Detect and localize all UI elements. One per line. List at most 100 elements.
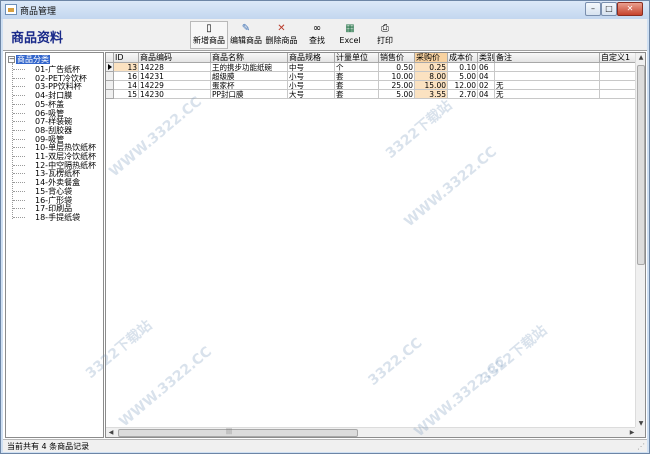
row-header[interactable]	[106, 72, 114, 81]
cell-id[interactable]: 13	[114, 63, 139, 72]
tree-item[interactable]: 07-样装碗	[13, 117, 72, 126]
table-row[interactable]: 15 14230 PP封口膜 大号套 5.00 3.55 2.70 04 无	[106, 90, 645, 99]
cell-custom1[interactable]	[600, 81, 637, 90]
col-header-unit[interactable]: 计量单位	[335, 53, 379, 63]
tree-item[interactable]: 11-双层冷饮纸杯	[13, 152, 96, 161]
col-header-cost-price[interactable]: 成本价	[448, 53, 478, 63]
col-header-note[interactable]: 备注	[495, 53, 600, 63]
row-header[interactable]	[106, 90, 114, 99]
record-count-text: 当前共有 4 条商品记录	[7, 442, 90, 451]
col-header-spec[interactable]: 商品规格	[288, 53, 335, 63]
tree-item[interactable]: 18-手提纸袋	[13, 213, 80, 222]
edit-product-button[interactable]: ✎ 编辑商品	[228, 21, 264, 49]
tree-item[interactable]: 14-外卖餐盒	[13, 178, 80, 187]
cell-unit[interactable]: 套	[335, 90, 379, 99]
cell-custom1[interactable]	[600, 90, 637, 99]
col-header-code[interactable]: 商品编码	[139, 53, 211, 63]
horizontal-scroll-thumb[interactable]	[118, 429, 358, 437]
cell-id[interactable]: 14	[114, 81, 139, 90]
category-tree[interactable]: − 商品分类 01-广告纸杯 02-PET冷饮杯 03-PP饮料杯 04-封口膜 05-杯…	[5, 52, 104, 438]
vertical-scrollbar[interactable]: ▲ ▼	[635, 53, 645, 428]
cell-unit[interactable]: 套	[335, 81, 379, 90]
cell-sale-price[interactable]: 5.00	[379, 90, 415, 99]
cell-note[interactable]: 无	[495, 81, 600, 90]
scroll-up-icon[interactable]: ▲	[637, 53, 645, 62]
row-header[interactable]	[106, 81, 114, 90]
cell-note[interactable]	[495, 72, 600, 81]
cell-unit[interactable]: 个	[335, 63, 379, 72]
col-header-purchase-price[interactable]: 采购价	[415, 53, 448, 63]
cell-name[interactable]: 王的携步功能纸碗	[211, 63, 288, 72]
cell-unit[interactable]: 套	[335, 72, 379, 81]
cell-purchase-price[interactable]: 8.00	[415, 72, 448, 81]
cell-custom1[interactable]	[600, 63, 637, 72]
cell-purchase-price[interactable]: 15.00	[415, 81, 448, 90]
tree-item[interactable]: 17-印刷品	[13, 204, 72, 213]
scroll-left-icon[interactable]: ◀	[106, 428, 116, 437]
tree-item[interactable]: 10-单层热饮纸杯	[13, 143, 96, 152]
cell-category[interactable]: 04	[478, 90, 495, 99]
cell-cost-price[interactable]: 2.70	[448, 90, 478, 99]
add-product-button[interactable]: ▯ 新增商品	[190, 21, 228, 49]
vertical-scroll-thumb[interactable]	[637, 65, 645, 265]
tree-item[interactable]: 04-封口膜	[13, 91, 72, 100]
horizontal-scrollbar[interactable]: ◀ ||| ▶	[106, 427, 637, 437]
col-header-name[interactable]: 商品名称	[211, 53, 288, 63]
cell-note[interactable]: 无	[495, 90, 600, 99]
tree-item[interactable]: 08-刮胶器	[13, 126, 72, 135]
print-button[interactable]: ⎙ 打印	[365, 21, 405, 49]
cell-id[interactable]: 16	[114, 72, 139, 81]
table-row[interactable]: 14 14229 蛋家杯 小号套 25.00 15.00 12.00 02 无	[106, 81, 645, 90]
delete-product-button[interactable]: ✕ 删除商品	[264, 21, 299, 49]
cell-spec[interactable]: 小号	[288, 81, 335, 90]
cell-purchase-price[interactable]: 0.25	[415, 63, 448, 72]
printer-icon: ⎙	[381, 23, 389, 34]
cell-cost-price[interactable]: 0.10	[448, 63, 478, 72]
cell-category[interactable]: 04	[478, 72, 495, 81]
maximize-button[interactable]: □	[601, 2, 617, 16]
col-header-sale-price[interactable]: 销售价	[379, 53, 415, 63]
cell-sale-price[interactable]: 0.50	[379, 63, 415, 72]
cell-purchase-price[interactable]: 3.55	[415, 90, 448, 99]
product-grid[interactable]: ID 商品编码 商品名称 商品规格 计量单位 销售价 采购价 成本价 类别 备注…	[105, 52, 646, 438]
cell-code[interactable]: 14230	[139, 90, 211, 99]
col-header-id[interactable]: ID	[114, 53, 139, 63]
cell-cost-price[interactable]: 12.00	[448, 81, 478, 90]
cell-sale-price[interactable]: 10.00	[379, 72, 415, 81]
resize-grip-icon[interactable]: ⋰	[637, 442, 645, 451]
cell-spec[interactable]: 大号	[288, 90, 335, 99]
cell-code[interactable]: 14231	[139, 72, 211, 81]
cell-id[interactable]: 15	[114, 90, 139, 99]
app-icon	[5, 4, 17, 15]
cell-custom1[interactable]	[600, 72, 637, 81]
col-header-category[interactable]: 类别	[478, 53, 495, 63]
cell-cost-price[interactable]: 5.00	[448, 72, 478, 81]
excel-export-button[interactable]: ▦ Excel	[335, 21, 365, 49]
window-title: 商品管理	[20, 7, 57, 17]
table-row[interactable]: 13 14228 王的携步功能纸碗 中号个 0.50 0.25 0.10 06	[106, 63, 645, 72]
cell-code[interactable]: 14229	[139, 81, 211, 90]
collapse-icon[interactable]: −	[8, 56, 15, 63]
cell-spec[interactable]: 中号	[288, 63, 335, 72]
search-button[interactable]: ∞ 查找	[299, 21, 335, 49]
tree-root-label[interactable]: 商品分类	[16, 55, 50, 64]
tree-item[interactable]: 16-广形袋	[13, 196, 72, 205]
tree-item[interactable]: 15-背心袋	[13, 187, 72, 196]
cell-category[interactable]: 02	[478, 81, 495, 90]
table-row[interactable]: 16 14231 超级膜 小号套 10.00 8.00 5.00 04	[106, 72, 645, 81]
tree-item[interactable]: 05-杯盖	[13, 100, 64, 109]
col-header-custom1[interactable]: 自定义1	[600, 53, 637, 63]
cell-spec[interactable]: 小号	[288, 72, 335, 81]
cell-note[interactable]	[495, 63, 600, 72]
close-button[interactable]: ✕	[617, 2, 643, 16]
cell-category[interactable]: 06	[478, 63, 495, 72]
cell-sale-price[interactable]: 25.00	[379, 81, 415, 90]
row-header[interactable]	[106, 63, 114, 72]
cell-name[interactable]: 超级膜	[211, 72, 288, 81]
minimize-button[interactable]: –	[585, 2, 601, 16]
tree-item[interactable]: 01-广告纸杯	[13, 65, 80, 74]
tree-root[interactable]: − 商品分类	[8, 55, 50, 65]
cell-name[interactable]: PP封口膜	[211, 90, 288, 99]
cell-code[interactable]: 14228	[139, 63, 211, 72]
cell-name[interactable]: 蛋家杯	[211, 81, 288, 90]
